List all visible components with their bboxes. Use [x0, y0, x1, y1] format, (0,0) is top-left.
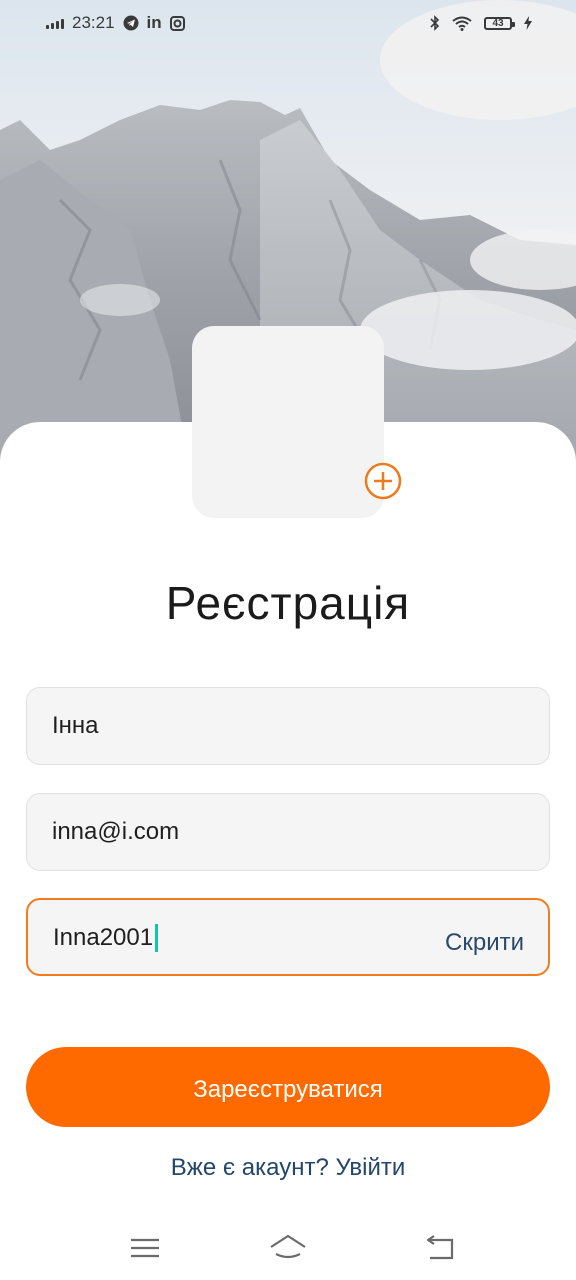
status-time: 23:21 [72, 13, 115, 32]
menu-icon[interactable] [125, 1230, 165, 1266]
email-value: inna@i.com [52, 818, 180, 845]
hide-password-toggle[interactable]: Скрити [445, 900, 524, 986]
login-link[interactable]: Вже є акаунт? Увійти [0, 1154, 576, 1182]
status-bar: 23:21 in 43 [0, 0, 576, 46]
battery-icon: 43 [484, 16, 515, 30]
register-button[interactable]: Зареєструватися [26, 1047, 550, 1127]
avatar-placeholder[interactable] [192, 326, 384, 518]
email-field[interactable]: inna@i.com [26, 793, 550, 871]
telegram-icon [123, 15, 139, 31]
home-icon[interactable] [268, 1230, 308, 1266]
signal-icon [46, 17, 64, 29]
back-icon[interactable] [420, 1230, 460, 1266]
instagram-icon [169, 15, 185, 31]
charging-icon [524, 16, 532, 30]
name-field[interactable]: Інна [26, 687, 550, 765]
name-value: Інна [52, 712, 99, 739]
password-value: Inna2001 [53, 924, 154, 951]
page-title: Реєстрація [165, 577, 411, 629]
add-photo-icon[interactable] [364, 462, 402, 500]
linkedin-icon: in [146, 13, 162, 32]
system-nav-bar [0, 1218, 576, 1280]
status-left: 23:21 in [46, 11, 185, 35]
text-caret [155, 924, 159, 952]
password-field[interactable]: Inna2001 Скрити [26, 898, 550, 976]
password-value-wrap: Inna2001 [53, 900, 159, 976]
wifi-icon [452, 16, 472, 31]
status-right: 43 [430, 11, 532, 35]
bluetooth-icon [430, 15, 440, 31]
battery-level: 43 [492, 17, 504, 29]
